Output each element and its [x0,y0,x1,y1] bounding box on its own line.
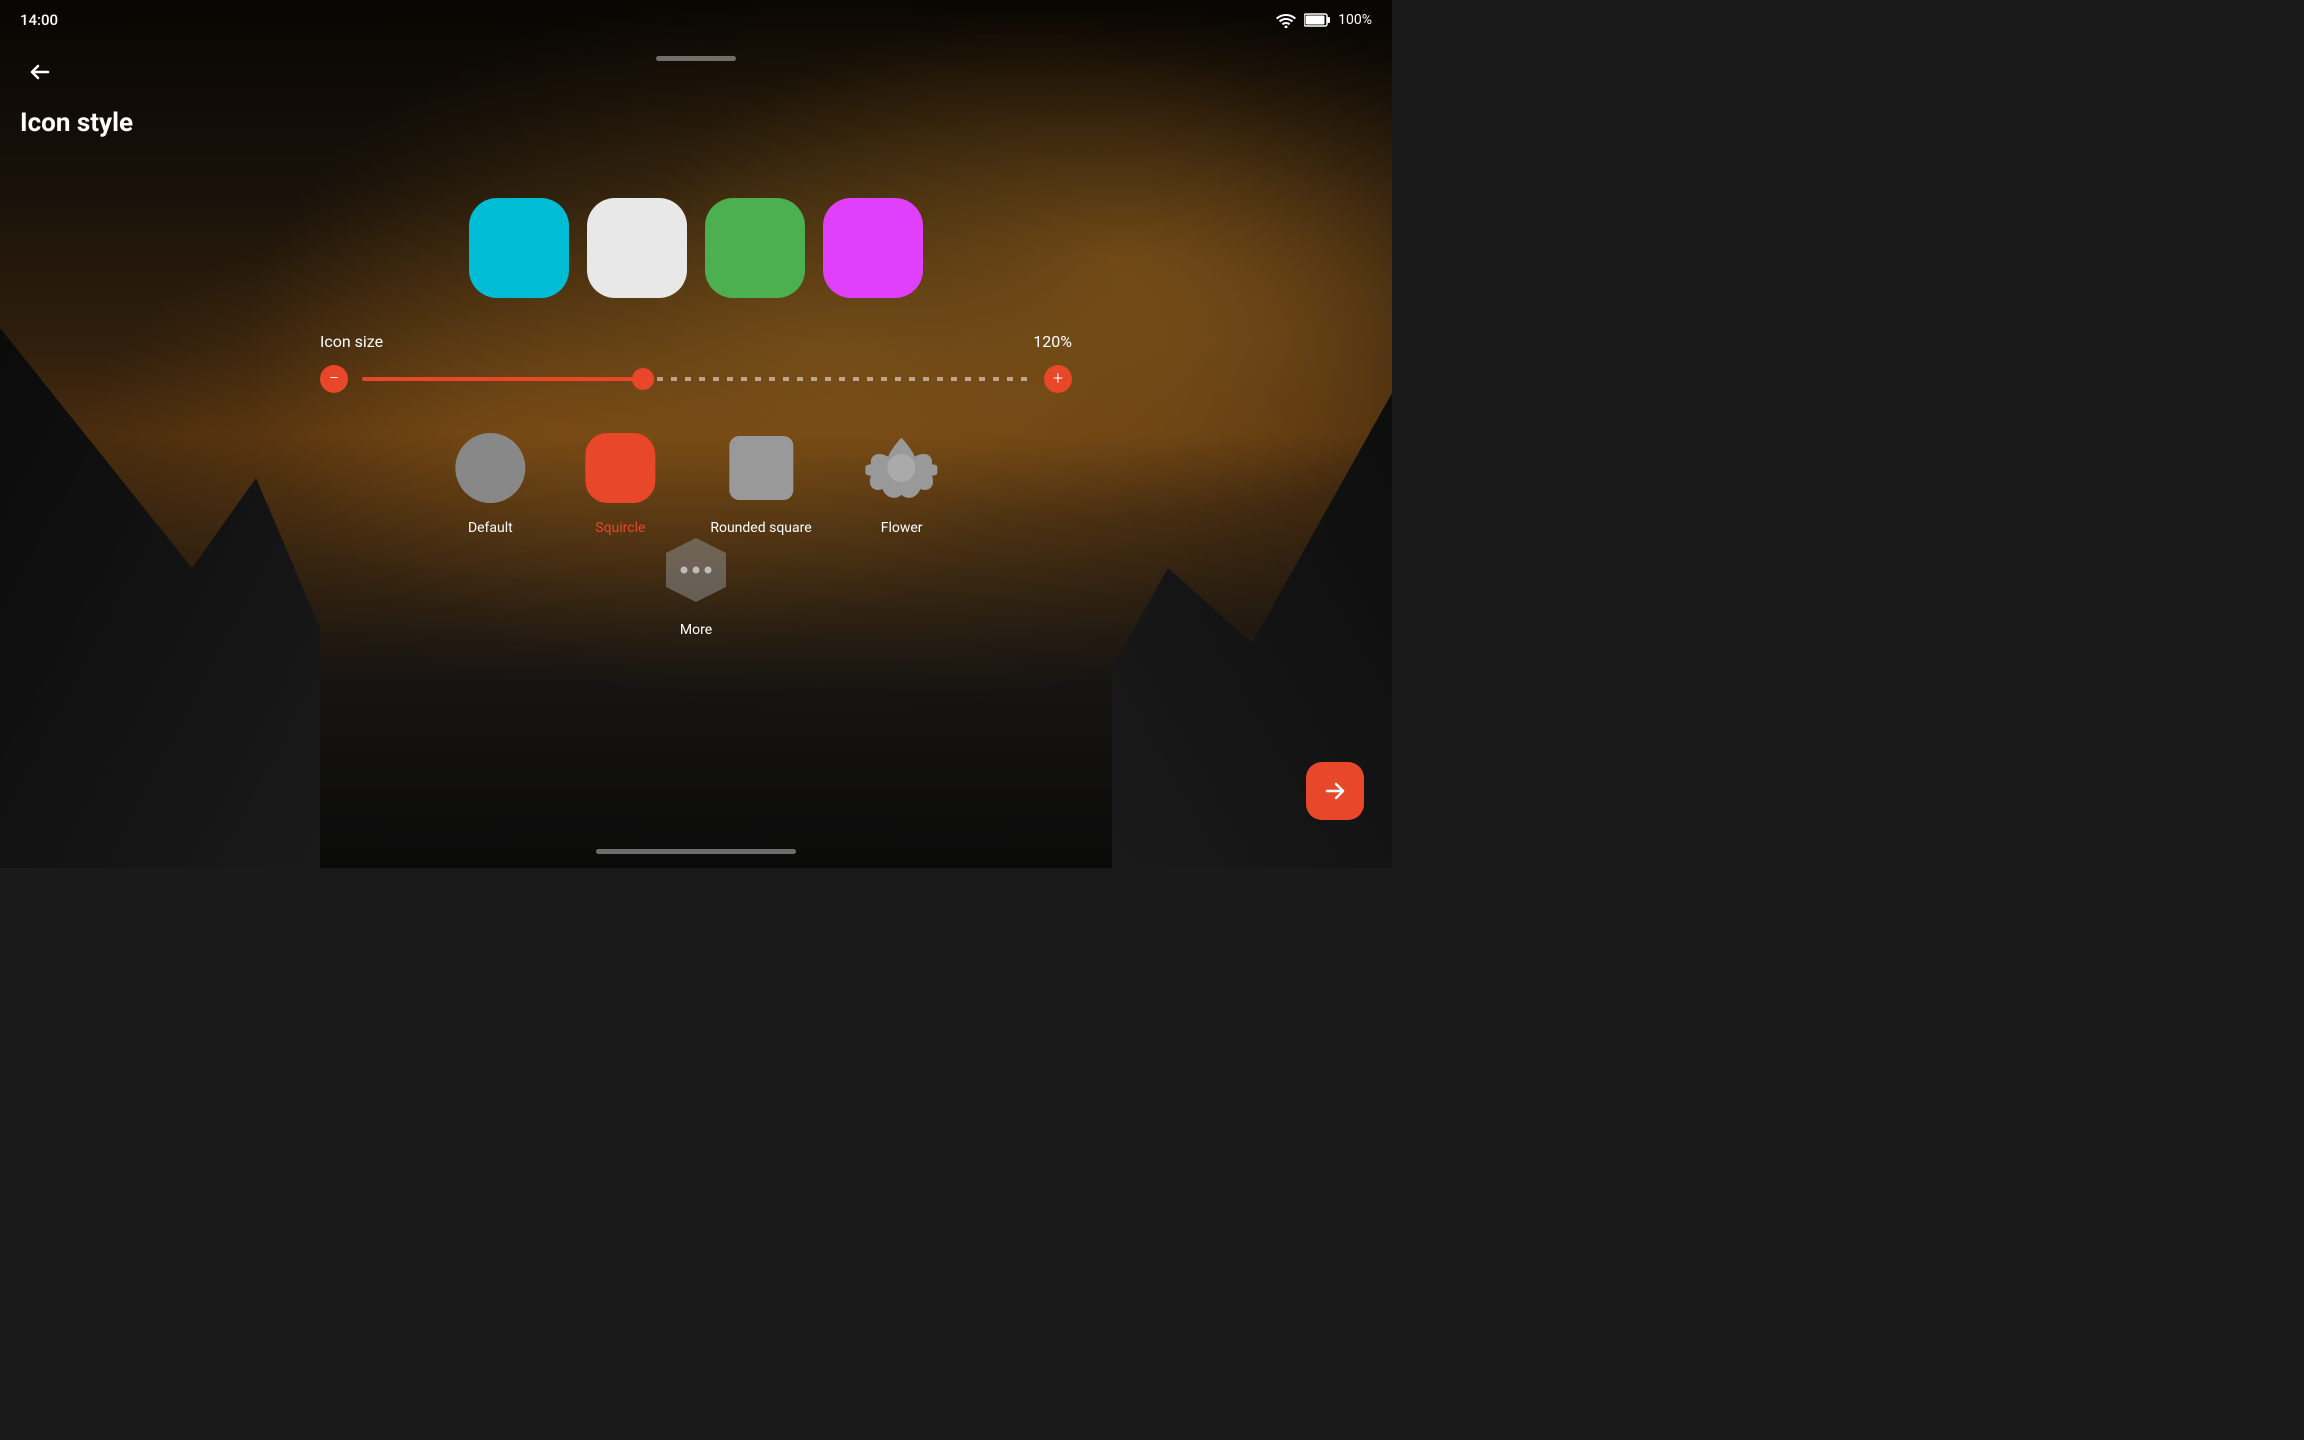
slider-track[interactable] [362,377,1030,381]
icon-style-label-squircle: Squircle [595,520,645,536]
shape-more-container [656,530,736,610]
slider-empty [643,377,1030,381]
shape-flower-container [862,428,942,508]
icon-size-value: 120% [1033,332,1072,351]
icon-size-label: Icon size [320,332,383,351]
icon-style-label-more: More [680,622,712,638]
arrow-right-icon [1321,777,1349,805]
minus-icon: − [329,370,339,388]
plus-icon: + [1053,370,1063,388]
icon-style-label-flower: Flower [881,520,923,536]
drag-handle-bottom[interactable] [596,849,796,854]
page-title: Icon style [20,108,133,138]
fab-next-button[interactable] [1306,762,1364,820]
status-time: 14:00 [20,11,58,29]
shape-rounded-square-container [721,428,801,508]
back-button[interactable] [20,52,60,92]
icon-size-header: Icon size 120% [320,332,1072,351]
icon-style-label-default: Default [468,520,513,536]
shape-rounded-square [729,436,793,500]
slider-container: − + [320,365,1072,393]
icon-more-row: More [656,530,736,638]
battery-icon [1304,13,1330,27]
shape-squircle-container [580,428,660,508]
swatch-white[interactable] [587,198,687,298]
color-swatches [469,198,923,298]
swatch-green[interactable] [705,198,805,298]
dot-1 [681,567,688,574]
wifi-icon [1276,12,1296,28]
shape-flower-svg [866,432,938,504]
icon-style-default[interactable]: Default [450,428,530,536]
drag-handle-top[interactable] [656,56,736,61]
slider-minus-button[interactable]: − [320,365,348,393]
icon-style-flower[interactable]: Flower [862,428,942,536]
status-icons: 100% [1276,12,1372,28]
swatch-magenta[interactable] [823,198,923,298]
icon-size-section: Icon size 120% − + [320,332,1072,393]
dot-3 [705,567,712,574]
status-bar: 14:00 100% [0,0,1392,40]
shape-default-container [450,428,530,508]
shape-circle [455,433,525,503]
shape-squircle [585,433,655,503]
more-dots [681,567,712,574]
battery-percentage: 100% [1338,12,1372,28]
icon-style-squircle[interactable]: Squircle [580,428,660,536]
icon-style-rounded-square[interactable]: Rounded square [710,428,811,536]
slider-filled [362,377,643,381]
icon-style-more[interactable]: More [656,530,736,638]
icon-styles-row: Default Squircle Rounded square Flower [450,428,941,536]
swatch-cyan[interactable] [469,198,569,298]
dot-2 [693,567,700,574]
slider-thumb[interactable] [632,368,654,390]
slider-plus-button[interactable]: + [1044,365,1072,393]
